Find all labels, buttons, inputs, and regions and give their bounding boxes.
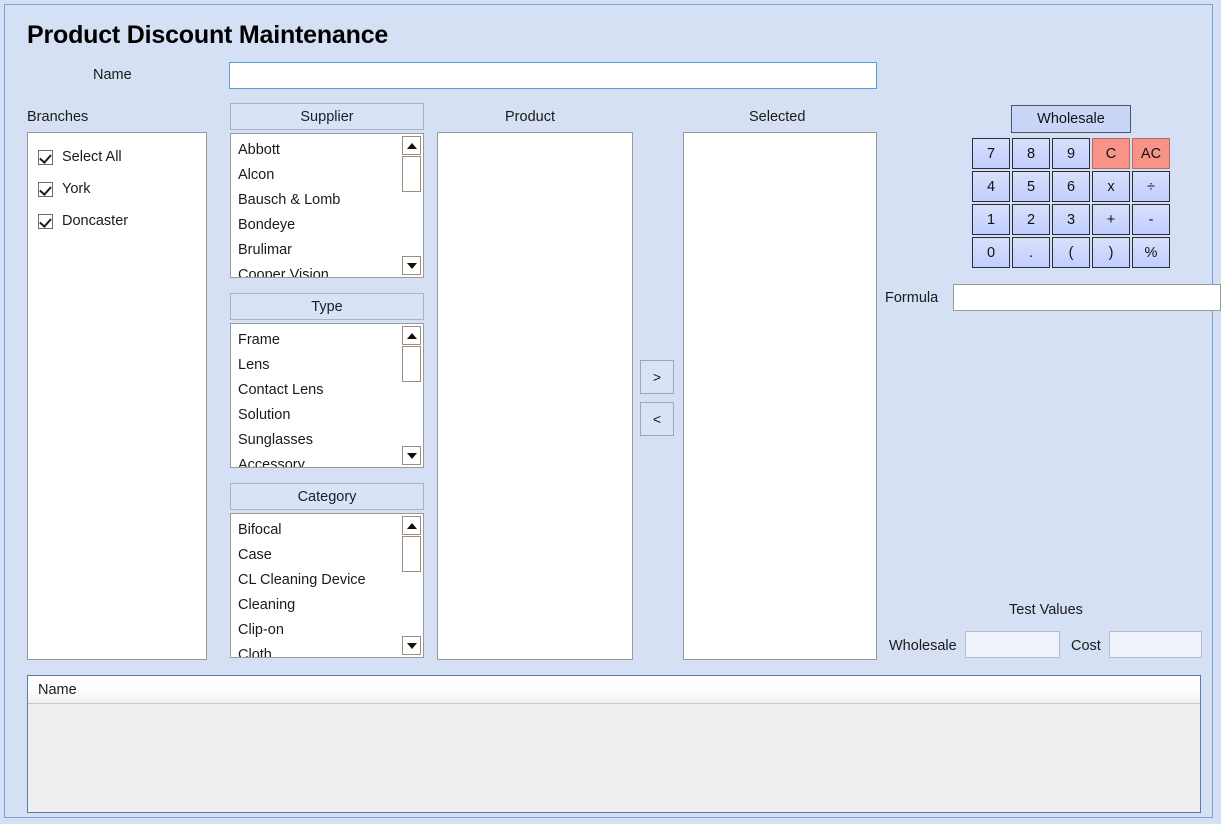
remove-from-selected-button[interactable]: < xyxy=(640,402,674,436)
scroll-up-icon[interactable] xyxy=(402,136,421,155)
branches-panel: Select All York Doncaster xyxy=(27,132,207,660)
key-percent[interactable]: % xyxy=(1132,237,1170,268)
name-label: Name xyxy=(93,67,132,83)
wholesale-mode-button[interactable]: Wholesale xyxy=(1011,105,1131,133)
list-item[interactable]: Alcon xyxy=(238,163,401,188)
list-item[interactable]: Brulimar xyxy=(238,238,401,263)
checkbox-icon[interactable] xyxy=(38,213,53,229)
test-wholesale-input[interactable] xyxy=(965,631,1060,658)
key-4[interactable]: 4 xyxy=(972,171,1010,202)
results-grid[interactable]: Name xyxy=(27,675,1201,813)
category-list-items: Bifocal Case CL Cleaning Device Cleaning… xyxy=(231,514,401,657)
formula-input[interactable] xyxy=(953,284,1221,311)
branch-label: Select All xyxy=(62,149,122,165)
test-cost-label: Cost xyxy=(1071,638,1101,654)
supplier-scrollbar[interactable] xyxy=(400,134,423,277)
branch-label: York xyxy=(62,181,91,197)
scrollbar-thumb[interactable] xyxy=(402,536,421,572)
type-header-button[interactable]: Type xyxy=(230,293,424,320)
scroll-up-icon[interactable] xyxy=(402,326,421,345)
category-scrollbar[interactable] xyxy=(400,514,423,657)
scroll-up-icon[interactable] xyxy=(402,516,421,535)
results-grid-header: Name xyxy=(28,676,1200,704)
list-item[interactable]: Sunglasses xyxy=(238,428,401,453)
key-minus[interactable]: - xyxy=(1132,204,1170,235)
type-listbox[interactable]: Frame Lens Contact Lens Solution Sunglas… xyxy=(230,323,424,468)
checkbox-icon[interactable] xyxy=(38,181,53,197)
key-1[interactable]: 1 xyxy=(972,204,1010,235)
key-close-paren[interactable]: ) xyxy=(1092,237,1130,268)
key-multiply[interactable]: x xyxy=(1092,171,1130,202)
product-listbox[interactable] xyxy=(437,132,633,660)
name-input[interactable] xyxy=(229,62,877,89)
key-plus[interactable]: + xyxy=(1092,204,1130,235)
branch-checkbox-row[interactable]: Doncaster xyxy=(38,211,128,231)
key-all-clear[interactable]: AC xyxy=(1132,138,1170,169)
key-open-paren[interactable]: ( xyxy=(1052,237,1090,268)
key-2[interactable]: 2 xyxy=(1012,204,1050,235)
list-item[interactable]: Solution xyxy=(238,403,401,428)
list-item[interactable]: CL Cleaning Device xyxy=(238,568,401,593)
column-header-name[interactable]: Name xyxy=(28,682,77,698)
scrollbar-thumb[interactable] xyxy=(402,156,421,192)
key-7[interactable]: 7 xyxy=(972,138,1010,169)
list-item[interactable]: Clip-on xyxy=(238,618,401,643)
branches-caption: Branches xyxy=(27,109,89,125)
supplier-listbox[interactable]: Abbott Alcon Bausch & Lomb Bondeye Bruli… xyxy=(230,133,424,278)
key-9[interactable]: 9 xyxy=(1052,138,1090,169)
list-item[interactable]: Lens xyxy=(238,353,401,378)
selected-listbox[interactable] xyxy=(683,132,877,660)
key-decimal[interactable]: . xyxy=(1012,237,1050,268)
list-item[interactable]: Frame xyxy=(238,328,401,353)
test-values-caption: Test Values xyxy=(1009,602,1083,618)
list-item[interactable]: Bausch & Lomb xyxy=(238,188,401,213)
page-title: Product Discount Maintenance xyxy=(27,21,389,49)
list-item[interactable]: Accessory xyxy=(238,453,401,467)
test-cost-input[interactable] xyxy=(1109,631,1202,658)
list-item[interactable]: Case xyxy=(238,543,401,568)
checkbox-icon[interactable] xyxy=(38,149,53,165)
key-divide[interactable]: ÷ xyxy=(1132,171,1170,202)
key-3[interactable]: 3 xyxy=(1052,204,1090,235)
list-item[interactable]: Cloth xyxy=(238,643,401,657)
calculator-keypad: 7 8 9 C AC 4 5 6 x ÷ 1 2 3 + - 0 . ( ) % xyxy=(971,138,1171,270)
list-item[interactable]: Cooper Vision xyxy=(238,263,401,277)
list-item[interactable]: Contact Lens xyxy=(238,378,401,403)
key-8[interactable]: 8 xyxy=(1012,138,1050,169)
formula-label: Formula xyxy=(885,290,939,306)
key-0[interactable]: 0 xyxy=(972,237,1010,268)
type-scrollbar[interactable] xyxy=(400,324,423,467)
category-header-button[interactable]: Category xyxy=(230,483,424,510)
supplier-header-button[interactable]: Supplier xyxy=(230,103,424,130)
scroll-down-icon[interactable] xyxy=(402,636,421,655)
scroll-down-icon[interactable] xyxy=(402,256,421,275)
branch-checkbox-row[interactable]: York xyxy=(38,179,90,199)
product-caption: Product xyxy=(505,109,555,125)
branch-checkbox-row[interactable]: Select All xyxy=(38,147,122,167)
key-5[interactable]: 5 xyxy=(1012,171,1050,202)
list-item[interactable]: Bondeye xyxy=(238,213,401,238)
branch-label: Doncaster xyxy=(62,213,129,229)
key-clear[interactable]: C xyxy=(1092,138,1130,169)
type-list-items: Frame Lens Contact Lens Solution Sunglas… xyxy=(231,324,401,467)
test-wholesale-label: Wholesale xyxy=(889,638,957,654)
add-to-selected-button[interactable]: > xyxy=(640,360,674,394)
key-6[interactable]: 6 xyxy=(1052,171,1090,202)
application-window: Product Discount Maintenance Name Branch… xyxy=(4,4,1221,818)
selected-caption: Selected xyxy=(749,109,806,125)
list-item[interactable]: Cleaning xyxy=(238,593,401,618)
supplier-list-items: Abbott Alcon Bausch & Lomb Bondeye Bruli… xyxy=(231,134,401,277)
category-listbox[interactable]: Bifocal Case CL Cleaning Device Cleaning… xyxy=(230,513,424,658)
list-item[interactable]: Abbott xyxy=(238,138,401,163)
scroll-down-icon[interactable] xyxy=(402,446,421,465)
scrollbar-thumb[interactable] xyxy=(402,346,421,382)
list-item[interactable]: Bifocal xyxy=(238,518,401,543)
